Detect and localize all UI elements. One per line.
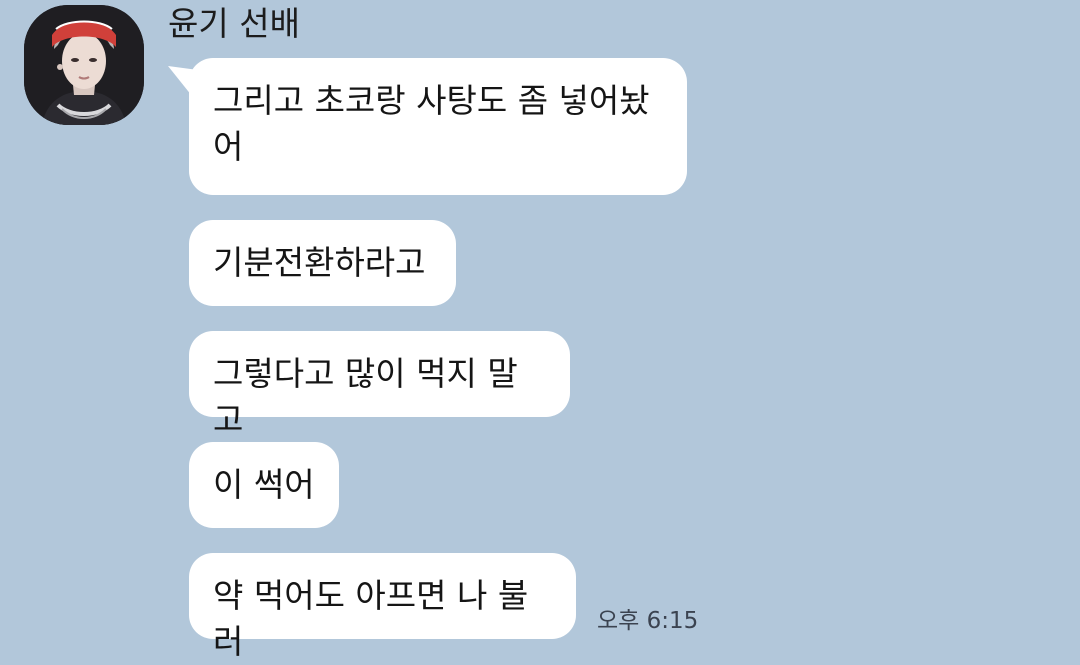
message-bubble[interactable]: 기분전환하라고 — [189, 220, 456, 306]
message-bubble[interactable]: 이 썩어 — [189, 442, 339, 528]
message-text: 약 먹어도 아프면 나 불러 — [213, 576, 529, 661]
message-text: 그렇다고 많이 먹지 말고 — [213, 354, 518, 439]
sender-name: 윤기 선배 — [168, 4, 300, 43]
profile-photo-icon — [24, 5, 144, 125]
message-text: 그리고 초코랑 사탕도 좀 넣어놨 — [213, 81, 650, 120]
avatar[interactable] — [24, 5, 144, 125]
message-bubble[interactable]: 그리고 초코랑 사탕도 좀 넣어놨 어 — [189, 58, 687, 195]
message-text: 기분전환하라고 — [213, 243, 426, 282]
message-bubble[interactable]: 그렇다고 많이 먹지 말고 — [189, 331, 570, 439]
message-timestamp: 오후 6:15 — [597, 608, 699, 634]
message-text: 어 — [213, 127, 244, 166]
message-bubble[interactable]: 약 먹어도 아프면 나 불러 — [189, 553, 576, 661]
message-text: 이 썩어 — [213, 465, 315, 504]
